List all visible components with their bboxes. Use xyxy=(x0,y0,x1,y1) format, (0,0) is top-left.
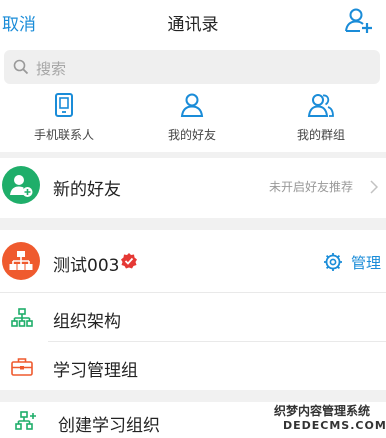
create-org-label: 创建学习组织 xyxy=(58,416,160,436)
add-friend-icon[interactable] xyxy=(344,6,374,36)
search-placeholder: 搜索 xyxy=(36,60,67,78)
briefcase-icon xyxy=(11,358,33,376)
manage-button[interactable]: 管理 xyxy=(351,252,381,273)
quick-phone-contacts-label: 手机联系人 xyxy=(33,128,94,142)
friend-recommend-status: 未开启好友推荐 xyxy=(269,180,354,194)
section-gap xyxy=(0,390,386,402)
organization-row[interactable]: 测试003 管理 xyxy=(0,230,386,292)
new-friends-label: 新的好友 xyxy=(53,180,121,200)
study-management-label: 学习管理组 xyxy=(53,361,138,381)
quick-my-groups-label: 我的群组 xyxy=(296,128,345,142)
new-friends-row[interactable]: 新的好友 未开启好友推荐 xyxy=(0,158,386,218)
section-gap xyxy=(0,218,386,230)
chevron-right-icon xyxy=(370,180,378,194)
phone-icon xyxy=(55,93,73,117)
quick-my-groups[interactable]: 我的群组 xyxy=(256,92,386,150)
create-org-row[interactable]: 创建学习组织 织梦内容管理系统 DEDECMS.COM xyxy=(0,402,386,438)
search-input[interactable]: 搜索 xyxy=(4,50,380,84)
verified-badge-icon xyxy=(121,253,137,269)
group-icon xyxy=(307,94,334,117)
organization-icon xyxy=(2,242,40,280)
new-friend-icon xyxy=(2,166,40,204)
watermark-line1: 织梦内容管理系统 xyxy=(274,404,371,418)
gear-icon[interactable] xyxy=(323,252,343,272)
watermark-line2: DEDECMS.COM xyxy=(283,419,386,432)
quick-my-friends[interactable]: 我的好友 xyxy=(128,92,256,150)
organization-name: 测试003 xyxy=(53,256,120,276)
study-management-row[interactable]: 学习管理组 xyxy=(0,342,386,390)
quick-my-friends-label: 我的好友 xyxy=(167,128,216,142)
search-icon xyxy=(13,59,29,75)
person-icon xyxy=(180,93,204,117)
org-chart-icon xyxy=(11,308,33,327)
org-structure-label: 组织架构 xyxy=(53,312,121,332)
watermark: 织梦内容管理系统 DEDECMS.COM xyxy=(271,402,386,436)
create-org-icon xyxy=(15,411,36,430)
quick-phone-contacts[interactable]: 手机联系人 xyxy=(0,92,128,150)
org-structure-row[interactable]: 组织架构 xyxy=(0,293,386,341)
header: 取消 通讯录 xyxy=(0,0,386,44)
page-title: 通讯录 xyxy=(167,15,219,35)
